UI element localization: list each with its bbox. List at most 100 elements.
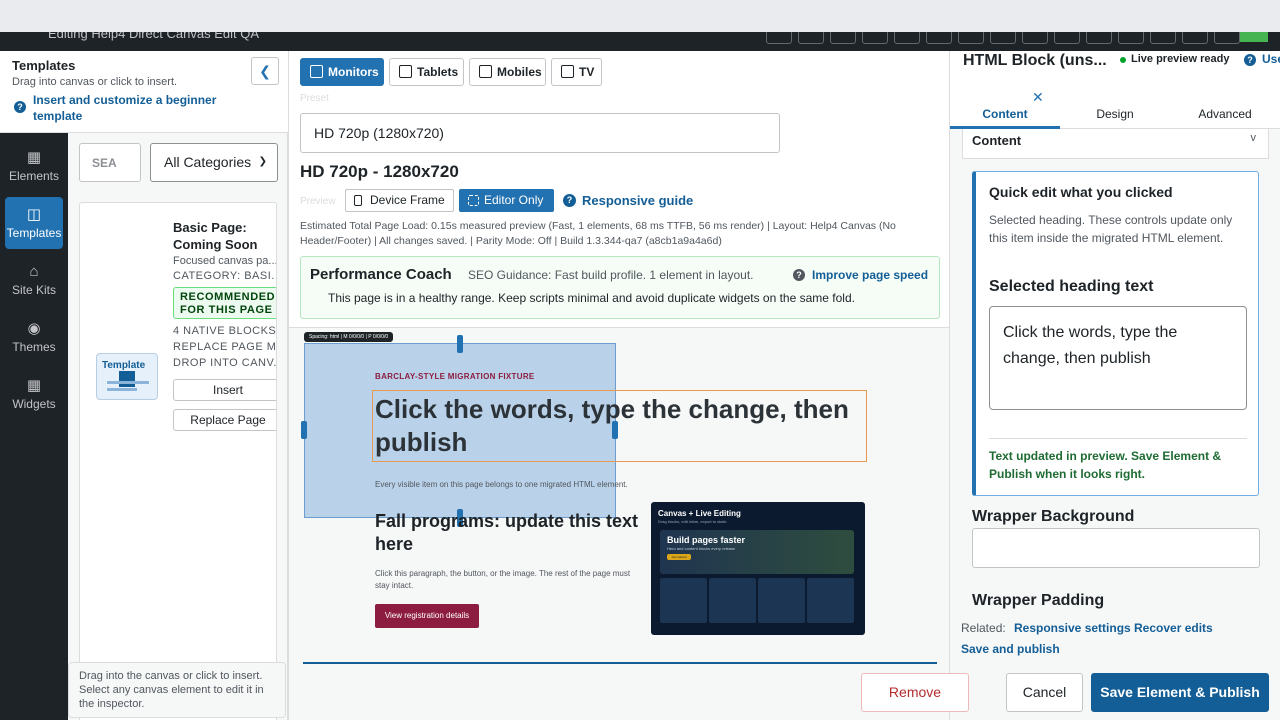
grid-icon: ▦: [26, 149, 42, 166]
spacing-tag: Spacing: html | M 0/0/0/0 | P 0/0/0/0: [304, 332, 394, 342]
tool-icon[interactable]: [1086, 32, 1112, 44]
palette-icon: ◉: [27, 320, 41, 337]
device-label: TV: [579, 65, 595, 79]
tool-icon[interactable]: [1118, 32, 1144, 44]
promo-banner-title: Build pages faster: [667, 535, 746, 545]
rail-item-site-kits[interactable]: ⌂ Site Kits: [5, 254, 63, 306]
section-title: Content: [972, 133, 1022, 148]
device-frame-button[interactable]: Device Frame: [345, 189, 454, 212]
tab-content[interactable]: Content: [950, 103, 1060, 129]
insert-template-button[interactable]: Insert: [173, 379, 276, 401]
fall-paragraph[interactable]: Click this paragraph, the button, or the…: [375, 568, 637, 592]
editor-only-button[interactable]: Editor Only: [459, 189, 554, 212]
responsive-guide-link[interactable]: Responsive guide: [582, 193, 693, 208]
tool-icon[interactable]: [926, 32, 952, 44]
device-tablets-button[interactable]: Tablets: [389, 58, 464, 86]
update-status: Text updated in preview. Save Element & …: [989, 449, 1222, 481]
rail-label: Themes: [12, 340, 56, 354]
rail-label: Templates: [6, 226, 62, 240]
resize-handle[interactable]: [457, 335, 463, 353]
hero-subtext[interactable]: Every visible item on this page belongs …: [375, 480, 628, 489]
device-monitors-button[interactable]: Monitors: [300, 58, 384, 86]
wrapper-background-label: Wrapper Background: [972, 508, 1135, 525]
tool-icon[interactable]: [1150, 32, 1176, 44]
fall-heading[interactable]: Fall programs: update this text here: [375, 510, 645, 556]
tab-design[interactable]: Design: [1060, 103, 1170, 129]
tool-icon[interactable]: [1182, 32, 1208, 44]
publish-indicator[interactable]: [1240, 32, 1268, 42]
promo-image[interactable]: Canvas + Live Editing Drag blocks, edit …: [651, 502, 865, 635]
templates-subtitle: Drag into canvas or click to insert.: [12, 76, 178, 88]
remove-element-button[interactable]: Remove Element: [861, 673, 969, 712]
tool-icon[interactable]: [830, 32, 856, 44]
preset-select[interactable]: [300, 113, 780, 153]
use-link[interactable]: Use: [1262, 52, 1280, 66]
canvas-divider: [303, 662, 937, 664]
device-tv-button[interactable]: TV: [551, 58, 602, 86]
mobile-icon: [479, 65, 492, 78]
tool-icon[interactable]: [798, 32, 824, 44]
device-mobiles-button[interactable]: Mobiles: [469, 58, 546, 86]
rail-label: Elements: [8, 169, 60, 183]
wrapper-padding-label: Wrapper Padding: [972, 592, 1105, 609]
heading-text-label: Selected heading text: [989, 278, 1154, 295]
template-meta: 4 NATIVE BLOCKS: [173, 325, 277, 337]
promo-tile: [807, 578, 854, 623]
tool-icon[interactable]: [862, 32, 888, 44]
tool-icon[interactable]: [1214, 32, 1240, 44]
template-title: Basic Page: Coming Soon: [173, 220, 258, 252]
cancel-button[interactable]: Cancel: [1006, 673, 1083, 712]
hero-eyebrow[interactable]: BARCLAY-STYLE MIGRATION FIXTURE: [375, 372, 535, 381]
rail-item-templates[interactable]: ◫ Templates: [5, 197, 63, 249]
insert-beginner-template-link[interactable]: Insert and customize a beginner template: [33, 92, 243, 124]
rail-item-widgets[interactable]: ▦ Widgets: [5, 368, 63, 420]
live-preview-status: Live preview ready: [1131, 53, 1230, 65]
templates-title: Templates: [12, 58, 76, 73]
inspector-scroll[interactable]: Content v Quick edit what you clicked Se…: [950, 129, 1280, 611]
improve-speed-link[interactable]: Improve page speed: [812, 268, 928, 282]
tool-icon[interactable]: [766, 32, 792, 44]
help-icon[interactable]: ?: [1244, 54, 1256, 66]
templates-header: Templates Drag into canvas or click to i…: [0, 51, 288, 133]
wrapper-background-input[interactable]: [972, 528, 1260, 568]
responsive-settings-link[interactable]: Responsive settings: [1014, 621, 1131, 635]
recover-edits-link[interactable]: Recover edits: [1134, 621, 1213, 635]
promo-banner-subtitle: Hero and content blocks every release: [667, 546, 736, 551]
category-select[interactable]: All Categories ❯: [150, 143, 278, 182]
quick-edit-desc: Selected heading. These controls update …: [989, 213, 1233, 245]
divider: [989, 438, 1247, 439]
template-search-input[interactable]: [79, 143, 141, 182]
rail-item-themes[interactable]: ◉ Themes: [5, 311, 63, 363]
resize-handle[interactable]: [301, 421, 307, 439]
tool-icon[interactable]: [894, 32, 920, 44]
template-icon: [119, 371, 135, 387]
monitor-icon: [310, 65, 323, 78]
rail-item-elements[interactable]: ▦ Elements: [5, 140, 63, 192]
thumb-line: [107, 388, 137, 391]
template-thumbnail: Template: [96, 353, 158, 400]
preset-label: Preset: [300, 93, 329, 104]
tool-icon[interactable]: [1054, 32, 1080, 44]
save-publish-link[interactable]: Save and publish: [961, 642, 1060, 656]
heading-text-field[interactable]: Click the words, type the change, then p…: [989, 306, 1247, 410]
promo-tile: [709, 578, 756, 623]
inspector-header: HTML Block (uns... Live preview ready ? …: [950, 51, 1280, 129]
page-canvas[interactable]: Spacing: html | M 0/0/0/0 | P 0/0/0/0 BA…: [289, 327, 949, 720]
page-stats: Estimated Total Page Load: 0.15s measure…: [300, 220, 896, 247]
save-publish-button[interactable]: Save Element & Publish: [1091, 673, 1269, 712]
content-section-header[interactable]: Content v: [962, 129, 1269, 159]
tool-icon[interactable]: [990, 32, 1016, 44]
replace-page-button[interactable]: Replace Page: [173, 409, 276, 431]
selected-element-outline: [372, 390, 867, 462]
tab-advanced[interactable]: Advanced: [1170, 103, 1280, 129]
registration-button[interactable]: View registration details: [375, 604, 479, 628]
os-top-bar: [0, 0, 1280, 32]
tool-icon[interactable]: [1022, 32, 1048, 44]
template-category: CATEGORY: BASI...: [173, 270, 277, 282]
template-card[interactable]: Template Basic Page: Coming Soon Focused…: [79, 202, 277, 720]
coach-title: Performance Coach: [310, 266, 452, 283]
widgets-icon: ▦: [26, 377, 42, 394]
tool-icon[interactable]: [958, 32, 984, 44]
viewport-size-heading: HD 720p - 1280x720: [300, 162, 459, 181]
collapse-panel-button[interactable]: ❮: [251, 57, 279, 85]
